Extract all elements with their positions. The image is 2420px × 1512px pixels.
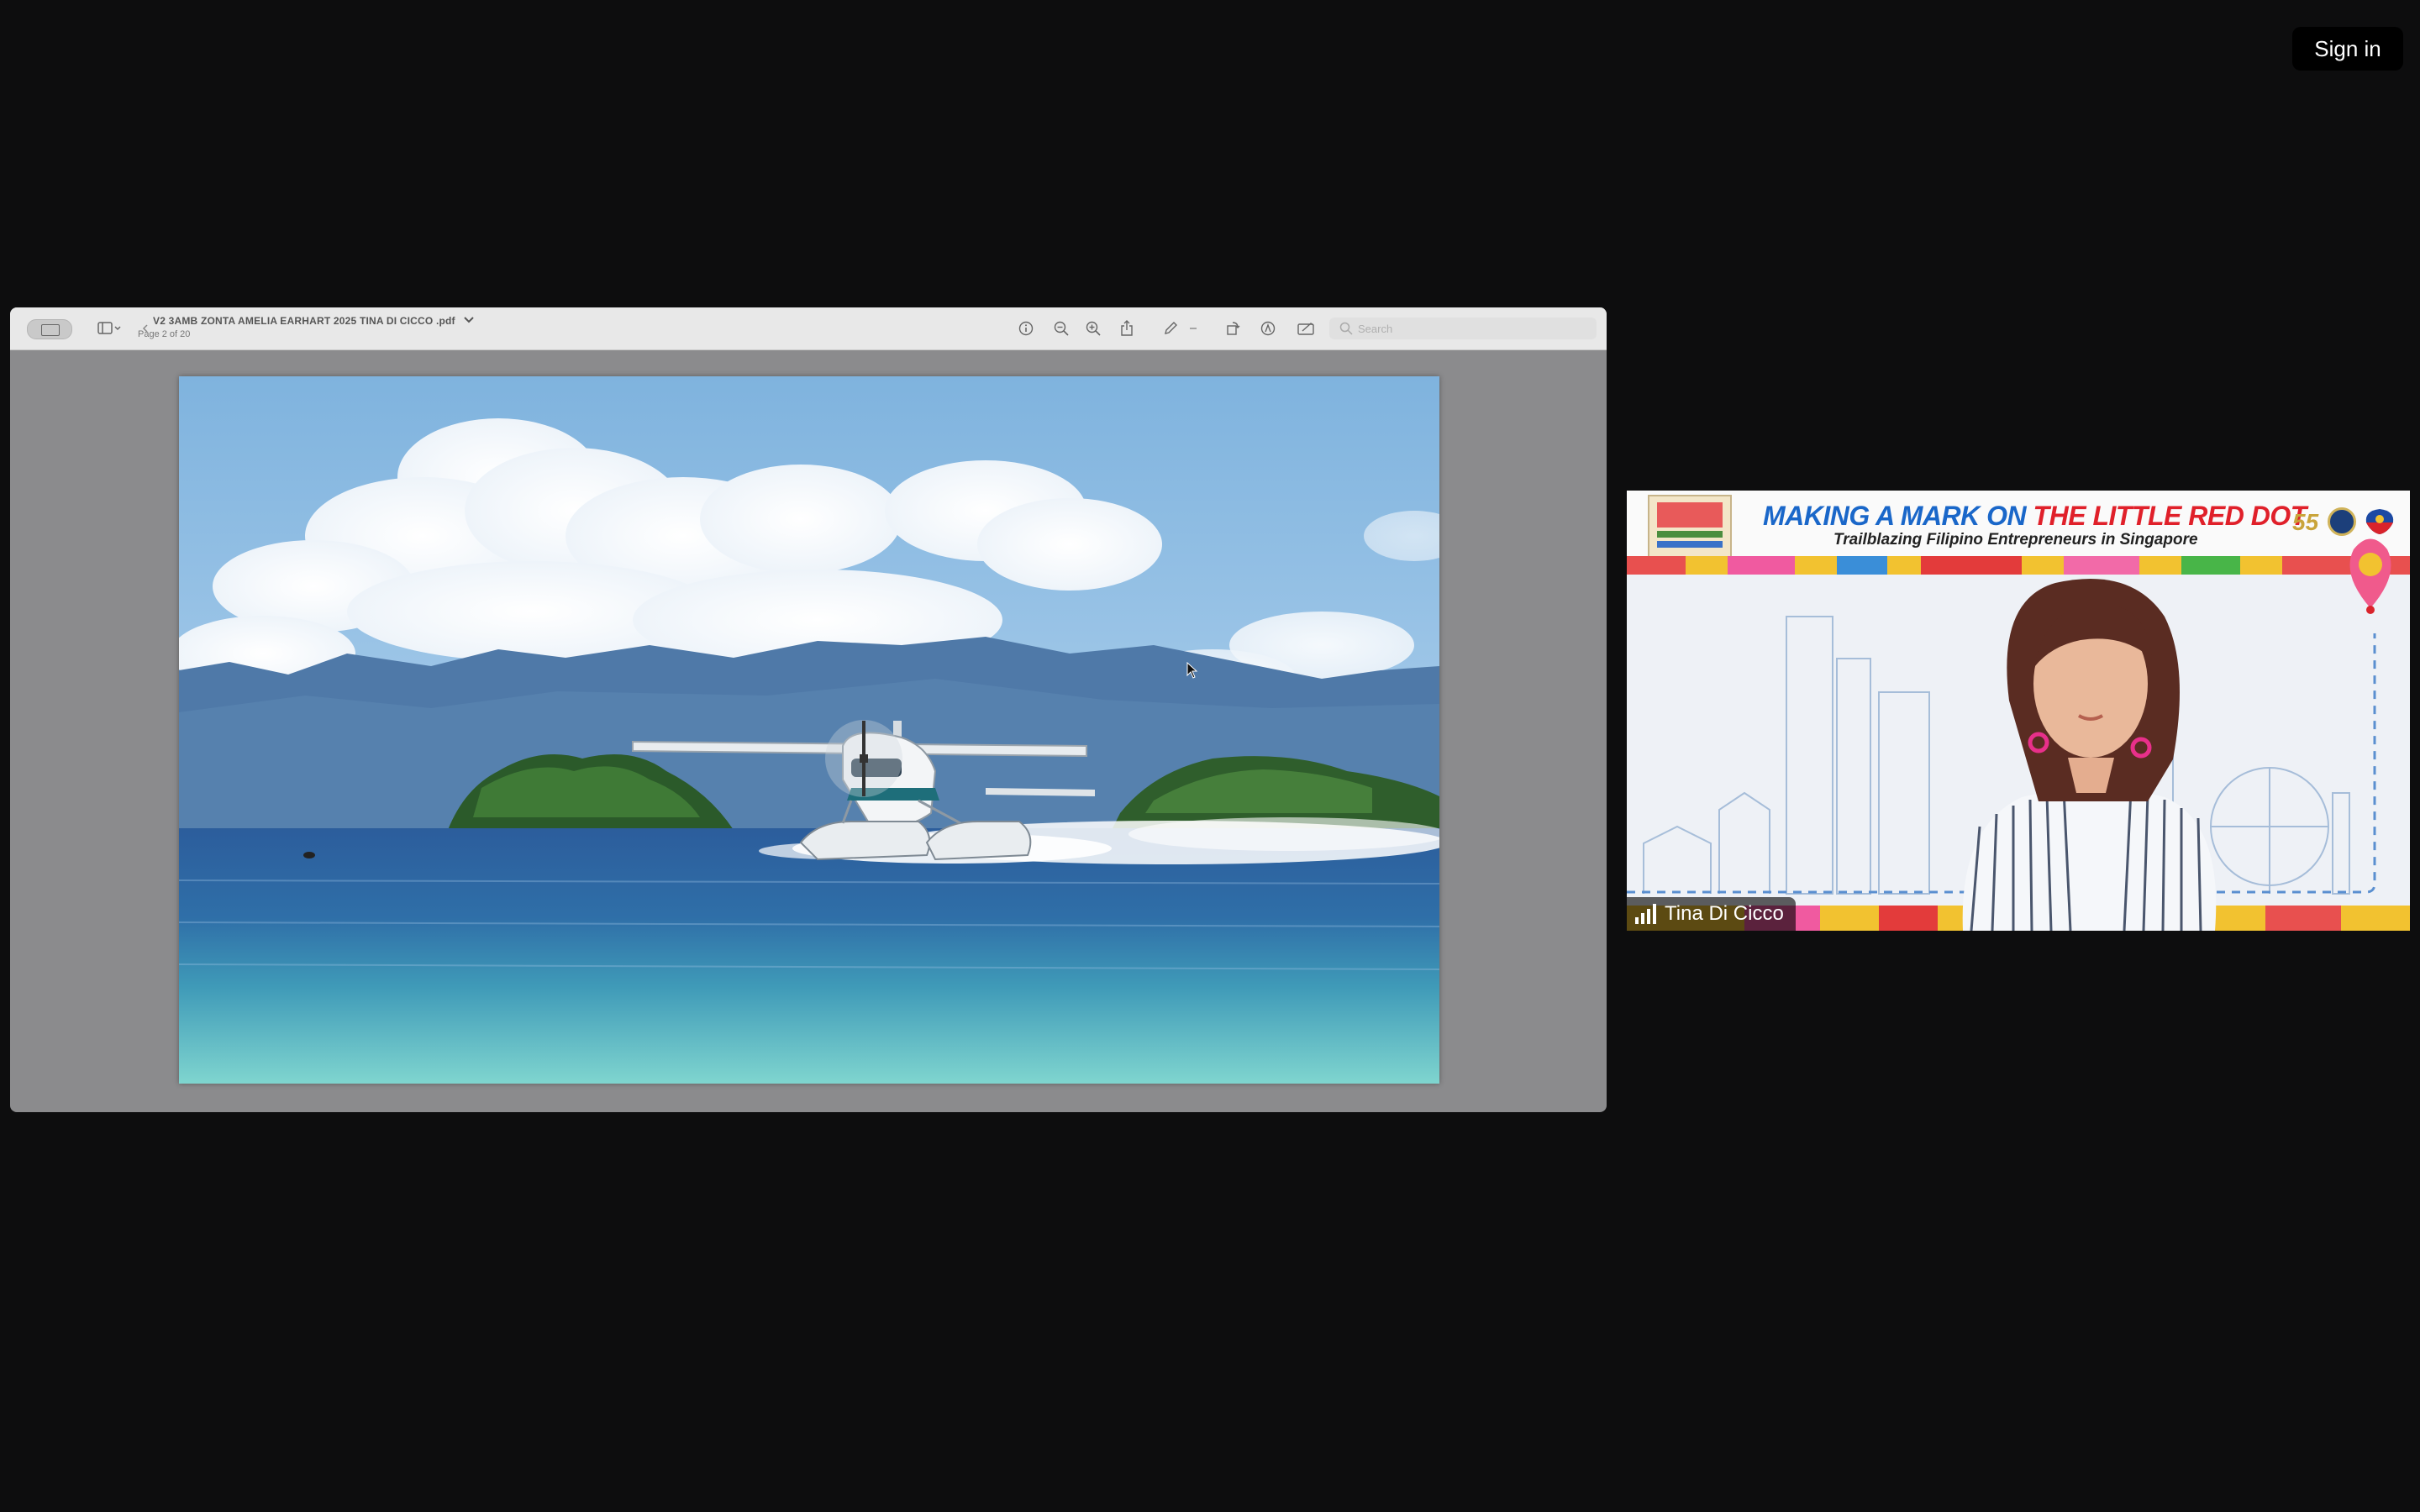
participant-name: Tina Di Cicco — [1665, 902, 1784, 925]
page-indicator: Page 2 of 20 — [138, 329, 191, 339]
banner-subtitle: Trailblazing Filipino Entrepreneurs in S… — [1833, 531, 2198, 549]
pdf-page-image — [179, 376, 1439, 1084]
pdf-toolbar: V2 3AMB ZONTA AMELIA EARHART 2025 TINA D… — [10, 307, 1607, 350]
chevron-down-icon[interactable] — [463, 316, 475, 324]
search-input[interactable]: Search — [1329, 318, 1597, 339]
embassy-seal-icon — [2328, 507, 2356, 536]
search-icon — [1339, 322, 1353, 335]
info-icon[interactable] — [1013, 307, 1039, 349]
chevron-left-icon[interactable] — [139, 307, 151, 349]
annotate-icon[interactable] — [1255, 307, 1281, 349]
seaplane-photo — [179, 376, 1439, 1084]
window-control-pill[interactable] — [27, 319, 72, 339]
zoom-out-icon[interactable] — [1049, 307, 1074, 349]
virtual-background — [1627, 491, 2410, 931]
search-placeholder: Search — [1358, 322, 1393, 335]
sign-in-button[interactable]: Sign in — [2292, 27, 2403, 71]
participant-name-tag: Tina Di Cicco — [1627, 897, 1796, 931]
anniversary-badge: 55 — [2292, 509, 2319, 535]
form-icon[interactable] — [1294, 307, 1319, 349]
signal-strength-icon — [1635, 904, 1656, 924]
sidebar-icon[interactable] — [92, 307, 126, 349]
markup-dropdown-icon[interactable] — [1186, 307, 1200, 349]
banner-title: MAKING A MARK ON THE LITTLE RED DOT — [1763, 501, 2307, 531]
share-icon[interactable] — [1114, 307, 1139, 349]
shared-screen: V2 3AMB ZONTA AMELIA EARHART 2025 TINA D… — [10, 307, 1607, 1112]
rotate-icon[interactable] — [1220, 307, 1245, 349]
zoom-in-icon[interactable] — [1081, 307, 1106, 349]
document-title[interactable]: V2 3AMB ZONTA AMELIA EARHART 2025 TINA D… — [153, 315, 475, 327]
mouse-cursor-icon — [1186, 662, 1198, 679]
participant-video-tile[interactable]: MAKING A MARK ON THE LITTLE RED DOT Trai… — [1627, 491, 2410, 931]
flag-emblem-icon — [2363, 507, 2396, 536]
markup-pen-icon[interactable] — [1158, 307, 1183, 349]
